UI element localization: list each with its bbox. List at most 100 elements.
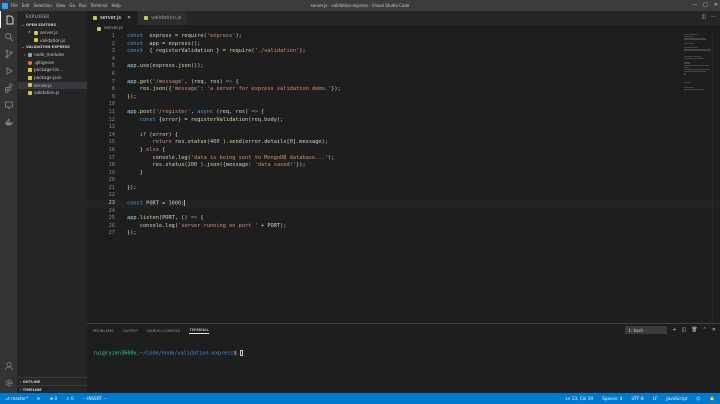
new-terminal-icon[interactable]: + [672, 327, 676, 333]
explorer-sidebar: EXPLORER ⌄ OPEN EDITORS ✕ server.js validat… [18, 11, 87, 393]
indentation[interactable]: Spaces: 4 [602, 396, 622, 401]
code-line: 24 [87, 208, 720, 216]
code-text: res.status(200 ).json({message: 'data sa… [127, 162, 306, 169]
split-editor-icon[interactable]: ◫ [701, 14, 706, 20]
code-line: 11 app.post('/register', async (req, res)… [87, 109, 720, 117]
code-text: if (error) { [139, 131, 179, 138]
notifications-icon[interactable]: 🔔 [710, 396, 715, 402]
code-line: 4 [87, 56, 720, 64]
language-mode[interactable]: JavaScript [666, 396, 687, 401]
docker-icon[interactable] [0, 113, 18, 130]
menu-item-edit[interactable]: Edit [22, 3, 30, 8]
close-window-icon[interactable]: ✕ [714, 0, 718, 11]
tab-validation-js[interactable]: validation.js [138, 11, 189, 25]
errors-status[interactable]: ⊗ 0 [50, 396, 58, 401]
account-icon[interactable] [0, 357, 18, 374]
prompt-symbol: $ [233, 350, 237, 357]
line-number: 15 [108, 139, 115, 146]
line-number: 4 [111, 55, 115, 62]
maximize-icon[interactable]: □ [703, 0, 708, 11]
menu-item-terminal[interactable]: Terminal [91, 3, 108, 8]
sync-icon[interactable]: ⟳ [37, 396, 41, 401]
more-actions-icon[interactable]: ··· [711, 14, 716, 20]
line-number: 17 [108, 154, 115, 161]
file-tree-item[interactable]: .gitignore [18, 59, 87, 67]
json-file-icon [28, 68, 32, 73]
file-tree-item[interactable]: server.js [18, 81, 87, 90]
code-line: 14 if (error) { [87, 132, 720, 140]
file-tree-item[interactable]: package-loc... [18, 66, 87, 74]
line-number: 22 [108, 192, 115, 199]
line-number: 20 [108, 177, 115, 184]
menu-item-selection[interactable]: Selection [33, 3, 51, 8]
tab-label: server.js [100, 15, 121, 21]
close-tab-icon[interactable]: ✕ [127, 15, 131, 21]
menu-item-view[interactable]: View [56, 3, 66, 8]
run-debug-icon[interactable] [0, 62, 18, 79]
timeline-section[interactable]: › TIMELINE [18, 385, 87, 393]
git-file-icon [28, 60, 32, 65]
panel-tab-debug-console[interactable]: DEBUG CONSOLE [147, 328, 180, 333]
tab-label: validation.js [151, 15, 182, 21]
line-number: 11 [108, 108, 115, 115]
outline-section[interactable]: › OUTLINE [18, 377, 87, 385]
extensions-icon[interactable] [0, 79, 18, 96]
editor-tabs: server.js ✕ validation.js ◫ ··· [87, 11, 720, 25]
terminal-select[interactable]: 1: bash [625, 326, 668, 334]
trash-icon[interactable]: 🗑 [691, 327, 697, 333]
split-terminal-icon[interactable]: ◫ [682, 327, 687, 333]
menu-item-go[interactable]: Go [69, 3, 75, 8]
maximize-panel-icon[interactable]: ⌃ [703, 327, 707, 333]
menu-item-help[interactable]: Help [112, 3, 121, 8]
close-panel-icon[interactable]: ✕ [712, 327, 716, 333]
panel-tab-problems[interactable]: PROBLEMS [93, 328, 114, 333]
feedback-icon[interactable]: ☺ [696, 396, 700, 401]
source-control-icon[interactable] [0, 45, 18, 62]
file-label: package.json [34, 74, 62, 80]
terminal-output[interactable]: rui@ryzen3600x:~/Code/node/validation-ex… [87, 336, 720, 357]
open-editor-item[interactable]: ✕ server.js [18, 29, 87, 37]
line-number: 12 [108, 116, 115, 123]
close-icon[interactable]: ✕ [28, 29, 32, 37]
code-text: const app = express(); [127, 40, 201, 47]
js-file-icon [97, 27, 101, 31]
breadcrumb-file[interactable]: server.js [104, 25, 123, 33]
warnings-status[interactable]: ⚠ 0 [66, 396, 74, 401]
cursor-position[interactable]: Ln 23, Col 19 [565, 396, 593, 401]
code-line: 13 [87, 124, 720, 132]
code-text: res.json({'message': 'a server for expre… [127, 86, 341, 93]
code-line: 20 [87, 177, 720, 185]
code-text: }); [127, 230, 137, 237]
open-editors-section[interactable]: ⌄ OPEN EDITORS [18, 22, 87, 29]
minimap[interactable] [684, 33, 712, 108]
panel-tab-terminal[interactable]: TERMINAL [189, 327, 209, 334]
code-editor[interactable]: 1 const express = require('express'); 2 con… [87, 33, 720, 323]
open-editor-item[interactable]: validation.js [18, 37, 87, 45]
open-editor-label: server.js [40, 30, 58, 35]
js-file-icon [28, 83, 32, 88]
line-number: 24 [108, 207, 115, 214]
menu-item-file[interactable]: File [11, 3, 18, 8]
settings-gear-icon[interactable] [0, 374, 18, 391]
project-section[interactable]: ⌄ VALIDATION-EXPRESS [18, 44, 87, 51]
file-label: .gitignore [34, 59, 55, 65]
file-tree-item[interactable]: › node_modules [18, 51, 87, 59]
remote-explorer-icon[interactable] [0, 96, 18, 113]
branch-status[interactable]: ⎇ master* [5, 396, 28, 401]
file-tree-item[interactable]: validation.js [18, 89, 87, 97]
code-line: 6 [87, 71, 720, 79]
menu-item-run[interactable]: Run [79, 3, 87, 8]
editor-scrollbar[interactable] [712, 33, 720, 323]
line-number: 14 [108, 131, 115, 138]
explorer-icon[interactable] [0, 11, 18, 28]
line-ending[interactable]: LF [653, 396, 658, 401]
js-file-icon [28, 90, 32, 95]
code-line: 18 res.status(200 ).json({message: 'data… [87, 162, 720, 170]
minimize-icon[interactable]: — [692, 0, 697, 11]
search-icon[interactable] [0, 28, 18, 45]
terminal-cursor [239, 350, 243, 356]
tab-server-js[interactable]: server.js ✕ [87, 11, 139, 25]
encoding[interactable]: UTF-8 [631, 396, 643, 401]
file-tree-item[interactable]: package.json [18, 74, 87, 82]
panel-tab-output[interactable]: OUTPUT [123, 328, 138, 333]
